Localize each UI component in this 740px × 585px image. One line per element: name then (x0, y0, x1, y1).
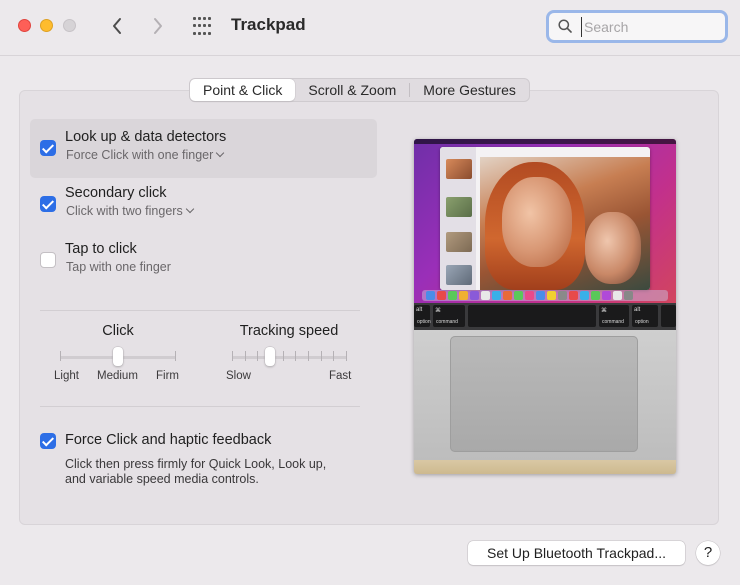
option-secondary-click[interactable]: Secondary click Click with two fingers (30, 178, 377, 234)
search-field[interactable] (546, 10, 728, 43)
tab-point-and-click[interactable]: Point & Click (190, 79, 296, 101)
gesture-preview-video: alt option ⌘ command ⌘ command alt option (414, 139, 676, 474)
trackpad-window: Trackpad Point & Click Scroll & Zoom Mor… (0, 0, 740, 585)
close-button[interactable] (18, 19, 31, 32)
tap-to-click-subtitle: Tap with one finger (66, 260, 171, 274)
divider (40, 406, 360, 407)
grid-icon[interactable] (193, 17, 213, 37)
click-tick-firm: Firm (156, 370, 179, 382)
preview-thumbnail (446, 232, 472, 252)
tab-bar: Point & Click Scroll & Zoom More Gesture… (189, 78, 530, 102)
minimize-button[interactable] (40, 19, 53, 32)
slider-tick (320, 351, 322, 361)
chevron-right-icon[interactable] (147, 14, 169, 38)
secondary-click-title: Secondary click (65, 185, 167, 201)
slider-tick (175, 351, 176, 361)
look-up-title: Look up & data detectors (65, 129, 227, 145)
preview-key-option: alt option (414, 305, 431, 327)
preview-screen (414, 139, 676, 303)
chevron-down-icon (185, 204, 194, 214)
secondary-click-gesture-value: Click with two fingers (66, 204, 183, 218)
tracking-slider-label: Tracking speed (239, 323, 339, 339)
look-up-checkbox[interactable] (40, 140, 56, 156)
preview-menubar (414, 139, 676, 144)
window-title: Trackpad (231, 15, 306, 34)
force-click-title: Force Click and haptic feedback (65, 432, 272, 448)
slider-tick (282, 351, 284, 361)
preview-photo (480, 157, 650, 290)
titlebar: Trackpad (0, 0, 740, 56)
preview-thumbnail (446, 265, 472, 285)
slider-tick (257, 351, 259, 361)
slider-tick (346, 351, 347, 361)
slider-thumb[interactable] (265, 347, 275, 366)
set-up-bluetooth-trackpad-button[interactable]: Set Up Bluetooth Trackpad... (468, 541, 685, 565)
look-up-gesture-value: Force Click with one finger (66, 148, 214, 162)
slider-tick (333, 351, 335, 361)
tab-more-gestures[interactable]: More Gestures (410, 79, 529, 101)
look-up-gesture-dropdown[interactable]: Force Click with one finger (66, 148, 225, 162)
option-tap-to-click[interactable]: Tap to click Tap with one finger (30, 234, 377, 290)
slider-tick (295, 351, 297, 361)
tracking-tick-fast: Fast (329, 370, 352, 382)
force-click-description-line2: and variable speed media controls. (65, 472, 259, 486)
preview-photo-face (502, 177, 572, 267)
preview-desk (414, 460, 676, 474)
help-button[interactable]: ? (696, 541, 720, 565)
option-look-up[interactable]: Look up & data detectors Force Click wit… (30, 119, 377, 178)
slider-tick (232, 351, 233, 361)
tap-to-click-title: Tap to click (65, 241, 137, 257)
preview-key-command: ⌘ command (599, 305, 629, 327)
preview-photos-window (440, 147, 650, 290)
secondary-click-gesture-dropdown[interactable]: Click with two fingers (66, 204, 194, 218)
tap-to-click-checkbox[interactable] (40, 252, 56, 268)
preview-sidebar (440, 147, 476, 290)
preview-trackpad (450, 336, 638, 452)
preview-key-option: alt option (632, 305, 658, 327)
secondary-click-checkbox[interactable] (40, 196, 56, 212)
force-click-checkbox[interactable] (40, 433, 56, 449)
preview-laptop-body (414, 330, 676, 460)
preview-thumbnail (446, 197, 472, 217)
click-slider-label: Click (102, 323, 134, 339)
slider-tick (308, 351, 309, 361)
divider (40, 310, 360, 311)
search-icon (558, 19, 572, 33)
slider-thumb[interactable] (112, 347, 123, 366)
preview-key-arrow (661, 305, 676, 327)
slider-tick (244, 351, 246, 361)
click-slider[interactable] (60, 347, 176, 367)
zoom-button[interactable] (63, 19, 76, 32)
preview-dock (422, 290, 668, 301)
slider-tick (60, 351, 61, 361)
tracking-tick-slow: Slow (226, 370, 251, 382)
tracking-speed-slider[interactable] (232, 347, 347, 367)
preview-key-space (468, 305, 596, 327)
preview-keyboard: alt option ⌘ command ⌘ command alt option (414, 303, 676, 330)
chevron-down-icon (216, 148, 225, 158)
tab-scroll-and-zoom[interactable]: Scroll & Zoom (295, 79, 409, 101)
tracking-slider-track (232, 356, 347, 359)
preview-thumbnail (446, 159, 472, 179)
click-tick-light: Light (54, 370, 79, 382)
chevron-left-icon[interactable] (106, 14, 128, 38)
preview-photo-face (585, 212, 641, 284)
click-tick-medium: Medium (97, 370, 138, 382)
preview-key-command: ⌘ command (433, 305, 465, 327)
search-input[interactable] (581, 17, 721, 37)
